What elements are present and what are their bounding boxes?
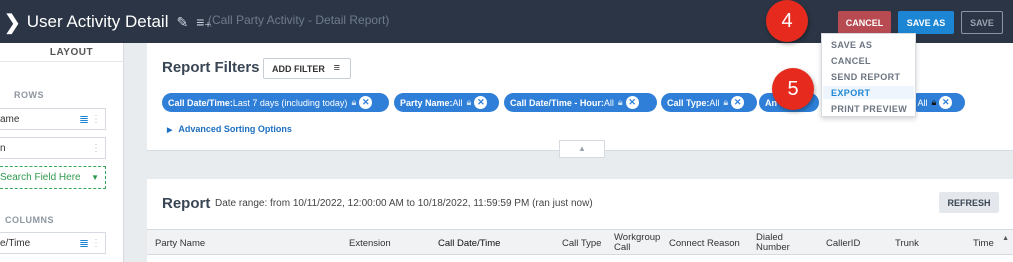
lock-icon[interactable]: 🔒︎: [467, 97, 472, 108]
close-icon[interactable]: ✕: [359, 96, 373, 109]
column-header-call-date-time[interactable]: Call Date/Time: [438, 238, 500, 249]
column-header-extension[interactable]: Extension: [349, 238, 391, 249]
report-title: Report: [162, 195, 211, 212]
drag-handle-icon[interactable]: ⋮: [91, 114, 101, 125]
collapse-filters-tab[interactable]: ▲: [559, 140, 605, 158]
column-header-dialed-number[interactable]: Dialed Number: [756, 233, 801, 253]
lock-icon[interactable]: 🔒︎: [723, 97, 728, 108]
column-header-trunk[interactable]: Trunk: [895, 238, 919, 249]
column-header-call-type[interactable]: Call Type: [562, 238, 601, 249]
chip-value: Last 7 days (including today): [232, 97, 348, 108]
report-subtitle: (Call Party Activity - Detail Report): [208, 13, 390, 27]
refresh-button[interactable]: REFRESH: [939, 192, 999, 213]
scroll-up-icon[interactable]: ▲: [1002, 235, 1009, 242]
step-5-badge: 5: [772, 68, 814, 110]
lock-icon[interactable]: 🔒︎: [618, 97, 623, 108]
chip-name: Party Name:: [400, 97, 453, 108]
table-header: Party Name Extension Call Date/Time Call…: [147, 229, 1013, 255]
add-filter-label: ADD FILTER: [272, 63, 325, 74]
filter-chip[interactable]: Call Date/Time: Last 7 days (including t…: [162, 93, 389, 112]
step-4-badge: 4: [766, 0, 808, 42]
report-card: Report Date range: from 10/11/2022, 12:0…: [147, 179, 1013, 262]
advanced-sorting-label: Advanced Sorting Options: [178, 124, 292, 134]
menu-item-print-preview[interactable]: PRINT PREVIEW: [831, 104, 907, 114]
save-as-button[interactable]: SAVE AS: [898, 11, 954, 34]
save-options-dropdown: SAVE AS CANCEL SEND REPORT EXPORT PRINT …: [821, 33, 916, 117]
menu-item-cancel[interactable]: CANCEL: [831, 56, 871, 66]
chip-value: All: [709, 97, 720, 108]
column-field-1[interactable]: e/Time ≣ ⋮: [0, 232, 106, 254]
filter-chip[interactable]: : All 🔒︎ ✕: [909, 93, 965, 112]
menu-item-send-report[interactable]: SEND REPORT: [831, 72, 900, 82]
back-chevron-icon[interactable]: ❯: [4, 10, 21, 35]
pencil-icon[interactable]: ✎: [176, 14, 188, 31]
save-button[interactable]: SAVE: [961, 11, 1003, 34]
advanced-sorting-link[interactable]: ▶ Advanced Sorting Options: [167, 124, 292, 134]
search-field-placeholder: Search Field Here: [0, 172, 81, 183]
rows-label: ROWS: [14, 90, 44, 100]
close-icon[interactable]: ✕: [474, 96, 488, 109]
close-icon[interactable]: ✕: [939, 96, 953, 109]
filter-chip[interactable]: Call Date/Time - Hour: All 🔒︎ ✕: [504, 93, 657, 112]
column-header-workgroup-call[interactable]: Workgroup Call: [614, 233, 664, 253]
search-field[interactable]: Search Field Here ▼: [0, 166, 106, 189]
menu-item-save-as[interactable]: SAVE AS: [831, 40, 872, 50]
triangle-right-icon: ▶: [167, 127, 173, 134]
filter-chip[interactable]: Party Name: All 🔒︎ ✕: [394, 93, 499, 112]
title-area: ❯ User Activity Detail ✎ ≡₊: [4, 10, 212, 34]
page-title: User Activity Detail: [26, 12, 169, 31]
chip-name: Call Date/Time - Hour:: [510, 97, 604, 108]
report-filters-title: Report Filters: [162, 59, 260, 76]
layout-header: LAYOUT: [0, 43, 123, 62]
drag-handle-icon[interactable]: ⋮: [91, 143, 101, 154]
close-icon[interactable]: ✕: [731, 96, 745, 109]
column-header-party-name[interactable]: Party Name: [155, 238, 205, 249]
column-header-callerid[interactable]: CallerID: [826, 238, 860, 249]
columns-label: COLUMNS: [5, 215, 54, 225]
lock-icon[interactable]: 🔒︎: [351, 97, 356, 108]
filter-icon[interactable]: ≣: [79, 236, 89, 250]
filter-chip[interactable]: Call Type: All 🔒︎ ✕: [661, 93, 757, 112]
chip-name: Call Date/Time:: [168, 97, 233, 108]
row-field-label: n: [0, 142, 6, 154]
chip-value: All: [603, 97, 614, 108]
row-field-label: ame: [0, 113, 20, 125]
layout-panel: LAYOUT ROWS ame ≣ ⋮ n ⋮ Search Field Her…: [0, 43, 124, 262]
chip-name: Call Type:: [667, 97, 710, 108]
column-field-label: e/Time: [0, 237, 31, 249]
lock-icon[interactable]: 🔒︎: [932, 97, 937, 108]
caret-down-icon[interactable]: ▼: [91, 173, 99, 182]
filter-lines-icon: ≡: [333, 62, 340, 74]
drag-handle-icon[interactable]: ⋮: [91, 238, 101, 249]
row-field-1[interactable]: ame ≣ ⋮: [0, 108, 106, 130]
column-header-connect-reason[interactable]: Connect Reason: [669, 238, 740, 249]
collapse-up-icon: ▲: [578, 144, 586, 153]
menu-item-export[interactable]: EXPORT: [831, 88, 870, 98]
filter-icon[interactable]: ≣: [79, 112, 89, 126]
add-filter-button[interactable]: ADD FILTER ≡: [263, 58, 351, 79]
column-header-time[interactable]: Time: [973, 238, 994, 249]
cancel-button[interactable]: CANCEL: [838, 11, 891, 34]
close-icon[interactable]: ✕: [625, 96, 639, 109]
row-field-2[interactable]: n ⋮: [0, 137, 106, 159]
report-date-range: Date range: from 10/11/2022, 12:00:00 AM…: [215, 198, 593, 209]
chip-value: All: [452, 97, 463, 108]
